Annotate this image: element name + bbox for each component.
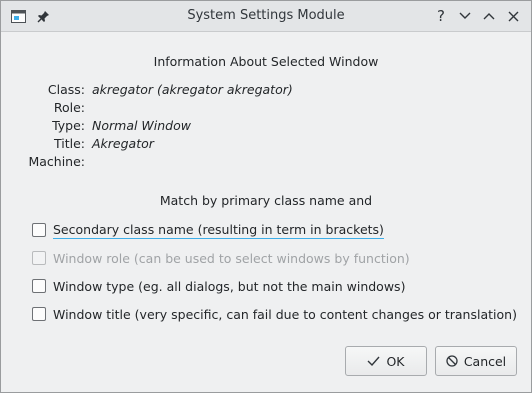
dialog-window: System Settings Module ? Information Abo… (0, 0, 532, 393)
cancel-button-label: Cancel (463, 353, 507, 369)
close-icon[interactable] (505, 8, 521, 24)
maximize-icon[interactable] (481, 8, 497, 24)
minimize-icon[interactable] (457, 8, 473, 24)
info-value: Akregator (92, 136, 154, 151)
dialog-content: Information About Selected Window Class:… (1, 32, 531, 392)
info-label: Machine: (28, 154, 85, 169)
window-type-checkbox[interactable] (32, 279, 46, 293)
secondary-class-checkbox-row[interactable]: Secondary class name (resulting in term … (32, 221, 384, 239)
info-label: Role: (53, 100, 85, 115)
window-role-checkbox[interactable] (32, 251, 46, 265)
info-value: akregator (akregator akregator) (92, 82, 293, 97)
cancel-icon (446, 355, 458, 367)
window-title-checkbox[interactable] (32, 307, 46, 321)
window-type-checkbox-row[interactable]: Window type (eg. all dialogs, but not th… (32, 277, 405, 295)
checkbox-label[interactable]: Window title (very specific, can fail du… (53, 307, 517, 322)
match-heading: Match by primary class name and (159, 193, 373, 208)
checkbox-label[interactable]: Secondary class name (resulting in term … (53, 222, 384, 239)
window-role-checkbox-row[interactable]: Window role (can be used to select windo… (32, 249, 410, 267)
checkbox-label[interactable]: Window role (can be used to select windo… (53, 251, 410, 266)
ok-button-label: OK (386, 353, 405, 369)
title-bar[interactable]: System Settings Module ? (1, 1, 531, 32)
cancel-button[interactable]: Cancel (435, 346, 517, 376)
info-label: Title: (54, 136, 85, 151)
secondary-class-checkbox[interactable] (32, 223, 46, 237)
info-heading: Information About Selected Window (153, 54, 379, 69)
ok-button[interactable]: OK (345, 346, 427, 376)
checkmark-icon (367, 356, 380, 366)
info-label: Class: (47, 82, 85, 97)
info-value: Normal Window (92, 118, 191, 133)
checkbox-label[interactable]: Window type (eg. all dialogs, but not th… (53, 279, 405, 294)
window-title-checkbox-row[interactable]: Window title (very specific, can fail du… (32, 305, 517, 323)
info-label: Type: (52, 118, 85, 133)
window-title: System Settings Module (187, 8, 345, 23)
help-icon[interactable]: ? (433, 7, 449, 25)
